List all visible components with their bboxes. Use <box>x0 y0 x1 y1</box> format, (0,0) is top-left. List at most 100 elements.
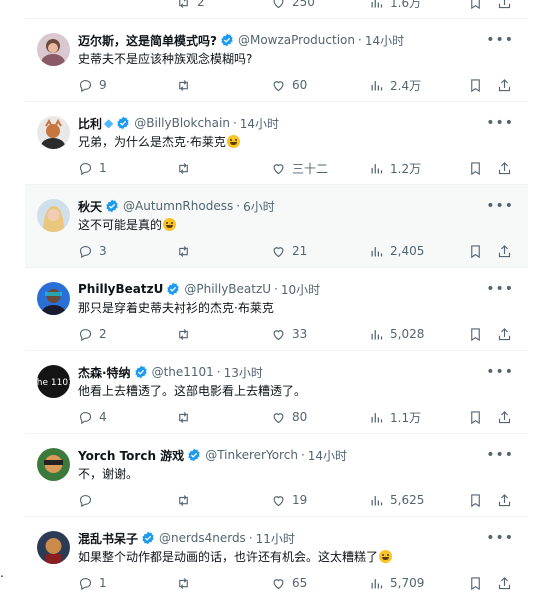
views-button[interactable]: 2.4万 <box>369 77 421 93</box>
share-button[interactable] <box>497 77 512 93</box>
like-button[interactable]: 19 <box>271 492 307 508</box>
user-handle[interactable]: @BillyBlokchain <box>134 116 230 130</box>
like-button[interactable]: 80 <box>271 409 307 425</box>
display-name[interactable]: 混乱书呆子 <box>78 530 138 547</box>
like-button[interactable]: 三十二 <box>271 160 328 176</box>
bookmark-button[interactable] <box>468 492 483 508</box>
bookmark-button[interactable] <box>468 77 483 93</box>
reply-button[interactable]: 1 <box>78 160 107 176</box>
reply-button[interactable]: 2 <box>78 326 107 342</box>
views-button[interactable]: 5,625 <box>369 492 424 508</box>
tweet[interactable]: 迈尔斯，这是简单模式吗? @MowzaProduction · 14小时 •••… <box>25 19 528 102</box>
like-button[interactable]: 33 <box>271 326 307 342</box>
bookmark-button[interactable] <box>468 409 483 425</box>
share-button[interactable] <box>497 243 512 259</box>
retweet-button[interactable] <box>176 409 197 425</box>
share-button[interactable] <box>497 0 512 10</box>
views-button[interactable]: 1.2万 <box>369 160 421 176</box>
share-button[interactable] <box>497 409 512 425</box>
views-button[interactable]: 1.1万 <box>369 409 421 425</box>
tweet[interactable]: PhillyBeatzU @PhillyBeatzU · 10小时 ••• 那只… <box>25 268 528 351</box>
like-button[interactable]: 250 <box>271 0 315 10</box>
reply-button[interactable] <box>78 492 99 508</box>
retweet-button[interactable] <box>176 492 197 508</box>
tweet[interactable]: Yorch Torch 游戏 @TinkererYorch · 14小时 •••… <box>25 434 528 517</box>
display-name[interactable]: PhillyBeatzU <box>78 282 163 296</box>
reply-button[interactable]: 3 <box>78 243 107 259</box>
retweet-button[interactable] <box>176 243 197 259</box>
user-handle[interactable]: @AutumnRhodess <box>123 199 233 213</box>
share-button[interactable] <box>497 492 512 508</box>
user-handle[interactable]: @the1101 <box>152 365 214 379</box>
tweet[interactable]: 混乱书呆子 @nerds4nerds · 11小时 ••• 如果整个动作都是动画… <box>25 517 528 596</box>
bookmark-button[interactable] <box>468 0 483 10</box>
avatar[interactable] <box>37 199 70 232</box>
like-button[interactable]: 60 <box>271 77 307 93</box>
tweet[interactable]: 比利 ◆ @BillyBlokchain · 14小时 ••• 兄弟，为什么是杰… <box>25 102 528 185</box>
user-handle[interactable]: @TinkererYorch <box>205 448 298 462</box>
bookmark-button[interactable] <box>468 160 483 176</box>
timestamp[interactable]: 14小时 <box>240 115 279 132</box>
timestamp[interactable]: 14小时 <box>308 447 347 464</box>
display-name[interactable]: Yorch Torch 游戏 <box>78 447 184 464</box>
partial-tweet[interactable]: 2 250 1.6万 <box>25 0 528 19</box>
avatar[interactable] <box>37 116 70 149</box>
retweet-button[interactable] <box>176 575 197 591</box>
like-button[interactable]: 21 <box>271 243 307 259</box>
more-options-icon[interactable]: ••• <box>486 363 514 381</box>
views-button[interactable]: 5,028 <box>369 326 424 342</box>
avatar[interactable] <box>37 282 70 315</box>
avatar[interactable]: the 1101 <box>37 365 70 398</box>
timestamp[interactable]: 14小时 <box>365 32 404 49</box>
retweet-button[interactable]: 2 <box>176 0 205 10</box>
timestamp[interactable]: 13小时 <box>224 364 263 381</box>
timestamp[interactable]: 11小时 <box>256 530 295 547</box>
verified-badge-icon <box>105 199 119 213</box>
more-options-icon[interactable]: ••• <box>486 31 514 49</box>
retweet-button[interactable] <box>176 326 197 342</box>
views-button[interactable]: 2,405 <box>369 243 424 259</box>
avatar[interactable] <box>37 531 70 564</box>
user-handle[interactable]: @PhillyBeatzU <box>184 282 271 296</box>
display-name[interactable]: 迈尔斯，这是简单模式吗? <box>78 32 217 49</box>
timestamp[interactable]: 10小时 <box>281 281 320 298</box>
share-icon <box>497 410 512 425</box>
tweet[interactable]: the 1101 杰森·特纳 @the1101 · 13小时 ••• 他看上去糟… <box>25 351 528 434</box>
stray-mark: . <box>0 566 4 580</box>
avatar[interactable] <box>37 448 70 481</box>
views-button[interactable]: 5,709 <box>369 575 424 591</box>
share-button[interactable] <box>497 326 512 342</box>
retweet-button[interactable] <box>176 77 197 93</box>
retweet-button[interactable] <box>176 160 197 176</box>
bookmark-button[interactable] <box>468 243 483 259</box>
display-name[interactable]: 秋天 <box>78 198 102 215</box>
views-icon <box>369 161 384 176</box>
reply-button[interactable]: 4 <box>78 409 107 425</box>
reply-count: 1 <box>99 576 107 590</box>
like-button[interactable]: 65 <box>271 575 307 591</box>
verified-badge-icon <box>187 448 201 462</box>
tweet[interactable]: 秋天 @AutumnRhodess · 6小时 ••• 这不可能是真的 3 21… <box>25 185 528 268</box>
bookmark-button[interactable] <box>468 326 483 342</box>
share-button[interactable] <box>497 160 512 176</box>
reply-button[interactable]: 1 <box>78 575 107 591</box>
more-options-icon[interactable]: ••• <box>486 280 514 298</box>
view-count: 1.6万 <box>390 0 422 10</box>
user-handle[interactable]: @nerds4nerds <box>159 531 246 545</box>
display-name[interactable]: 比利 <box>78 115 102 132</box>
bookmark-button[interactable] <box>468 575 483 591</box>
avatar-logo-text: the 1101 <box>37 378 70 388</box>
timestamp[interactable]: 6小时 <box>243 198 275 215</box>
reply-button[interactable]: 9 <box>78 77 107 93</box>
user-handle[interactable]: @MowzaProduction <box>238 33 355 47</box>
tweet-text: 如果整个动作都是动画的话，也许还有机会。这太糟糕了 <box>78 548 393 565</box>
more-options-icon[interactable]: ••• <box>486 114 514 132</box>
share-button[interactable] <box>497 575 512 591</box>
views-button[interactable]: 1.6万 <box>369 0 421 10</box>
avatar[interactable] <box>37 33 70 66</box>
more-options-icon[interactable]: ••• <box>486 529 514 547</box>
more-options-icon[interactable]: ••• <box>486 197 514 215</box>
separator-dot: · <box>216 365 221 379</box>
display-name[interactable]: 杰森·特纳 <box>78 364 131 381</box>
more-options-icon[interactable]: ••• <box>486 446 514 464</box>
